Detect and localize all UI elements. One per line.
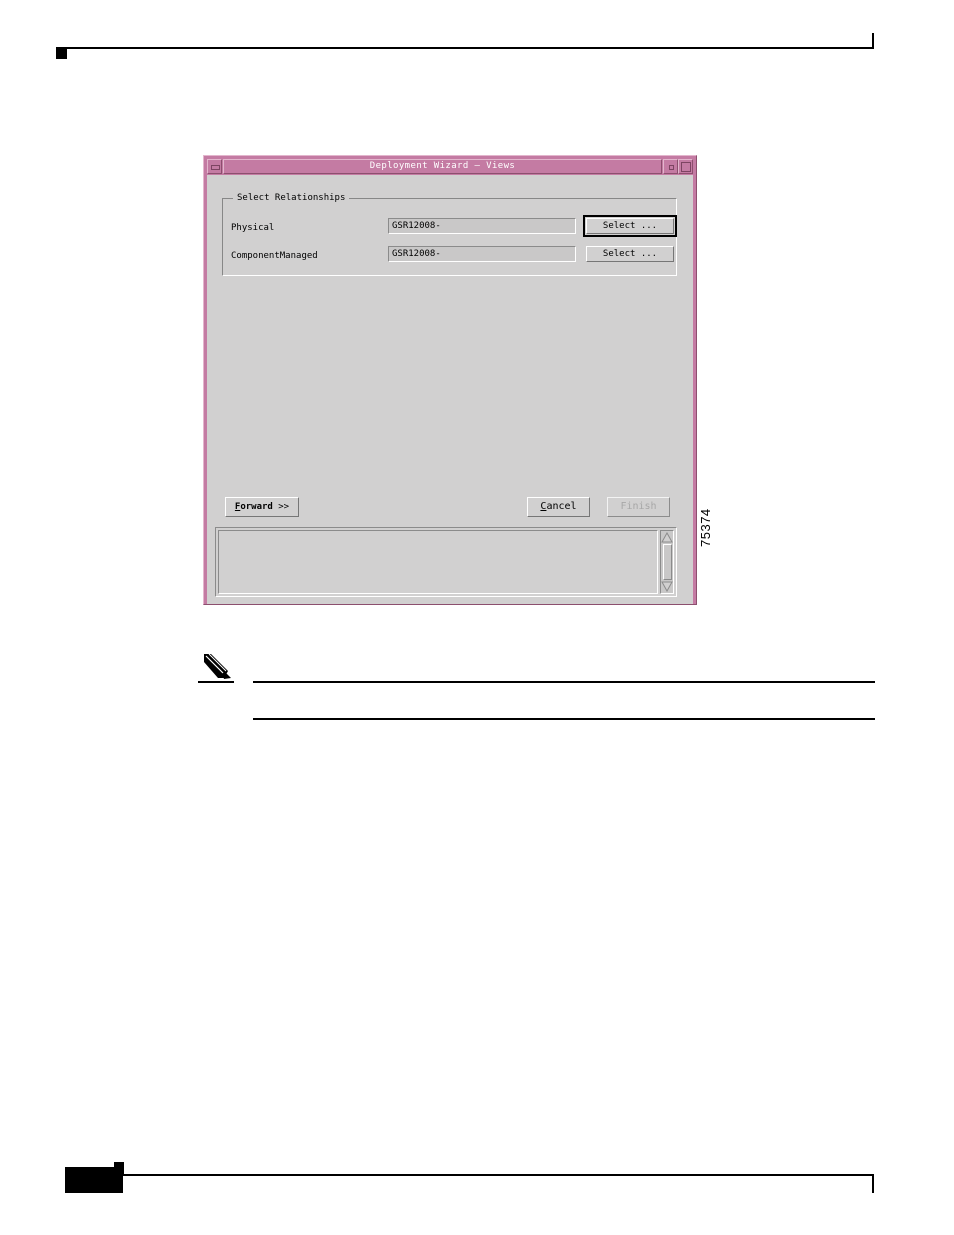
restore-icon[interactable]	[663, 159, 678, 174]
footer-rule	[65, 1174, 874, 1176]
componentmanaged-select-button[interactable]: Select ...	[586, 246, 674, 262]
componentmanaged-select-wrap: Select ...	[583, 243, 677, 265]
figure-screenshot: Deployment Wizard — Views Select Relatio…	[203, 155, 730, 615]
window-titlebar: Deployment Wizard — Views	[207, 159, 693, 174]
relationship-row-physical: Physical GSR12008- Select ...	[222, 215, 677, 238]
footer-black-block-icon	[65, 1167, 123, 1193]
forward-button[interactable]: Forward >>	[225, 497, 299, 517]
footer-tick-mark	[872, 1176, 874, 1193]
cancel-label-rest: ancel	[546, 501, 577, 512]
relationship-row-componentmanaged: ComponentManaged GSR12008- Select ...	[222, 246, 677, 266]
componentmanaged-view-field[interactable]: GSR12008-	[388, 246, 576, 262]
scroll-up-arrow-icon[interactable]	[661, 532, 673, 543]
page-header	[0, 0, 954, 80]
cancel-button[interactable]: Cancel	[527, 497, 590, 517]
figure-id-label: 75374	[698, 508, 713, 547]
note-rule-bottom	[253, 718, 875, 720]
physical-view-field[interactable]: GSR12008-	[388, 218, 576, 234]
maximize-icon[interactable]	[678, 159, 693, 174]
note-rule-top	[253, 681, 875, 683]
pencil-note-icon	[202, 652, 236, 682]
window-client-area: Select Relationships Physical GSR12008- …	[207, 175, 693, 604]
physical-select-focus-ring: Select ...	[583, 215, 677, 237]
forward-label-rest: orward	[240, 502, 273, 512]
physical-select-button[interactable]: Select ...	[586, 218, 674, 234]
header-rule	[56, 47, 874, 49]
row-label: Physical	[231, 223, 275, 233]
message-log-panel	[215, 527, 677, 597]
finish-button: Finish	[607, 497, 670, 517]
header-tick-mark	[872, 33, 874, 48]
row-label: ComponentManaged	[231, 251, 318, 261]
scroll-down-arrow-icon[interactable]	[661, 581, 673, 592]
minimize-icon[interactable]	[207, 159, 222, 174]
window-title: Deployment Wizard — Views	[223, 159, 662, 174]
black-square-marker-icon	[56, 47, 67, 59]
message-log-text[interactable]	[218, 530, 658, 594]
forward-arrows: >>	[272, 502, 290, 512]
scrollbar-thumb[interactable]	[662, 544, 672, 580]
page-footer	[0, 1150, 954, 1210]
note-icon-underline	[198, 681, 234, 683]
groupbox-legend: Select Relationships	[233, 192, 350, 204]
select-relationships-groupbox: Select Relationships Physical GSR12008- …	[222, 192, 677, 276]
message-log-scrollbar[interactable]	[660, 530, 674, 594]
note-callout	[195, 650, 895, 722]
application-window: Deployment Wizard — Views Select Relatio…	[203, 155, 697, 605]
